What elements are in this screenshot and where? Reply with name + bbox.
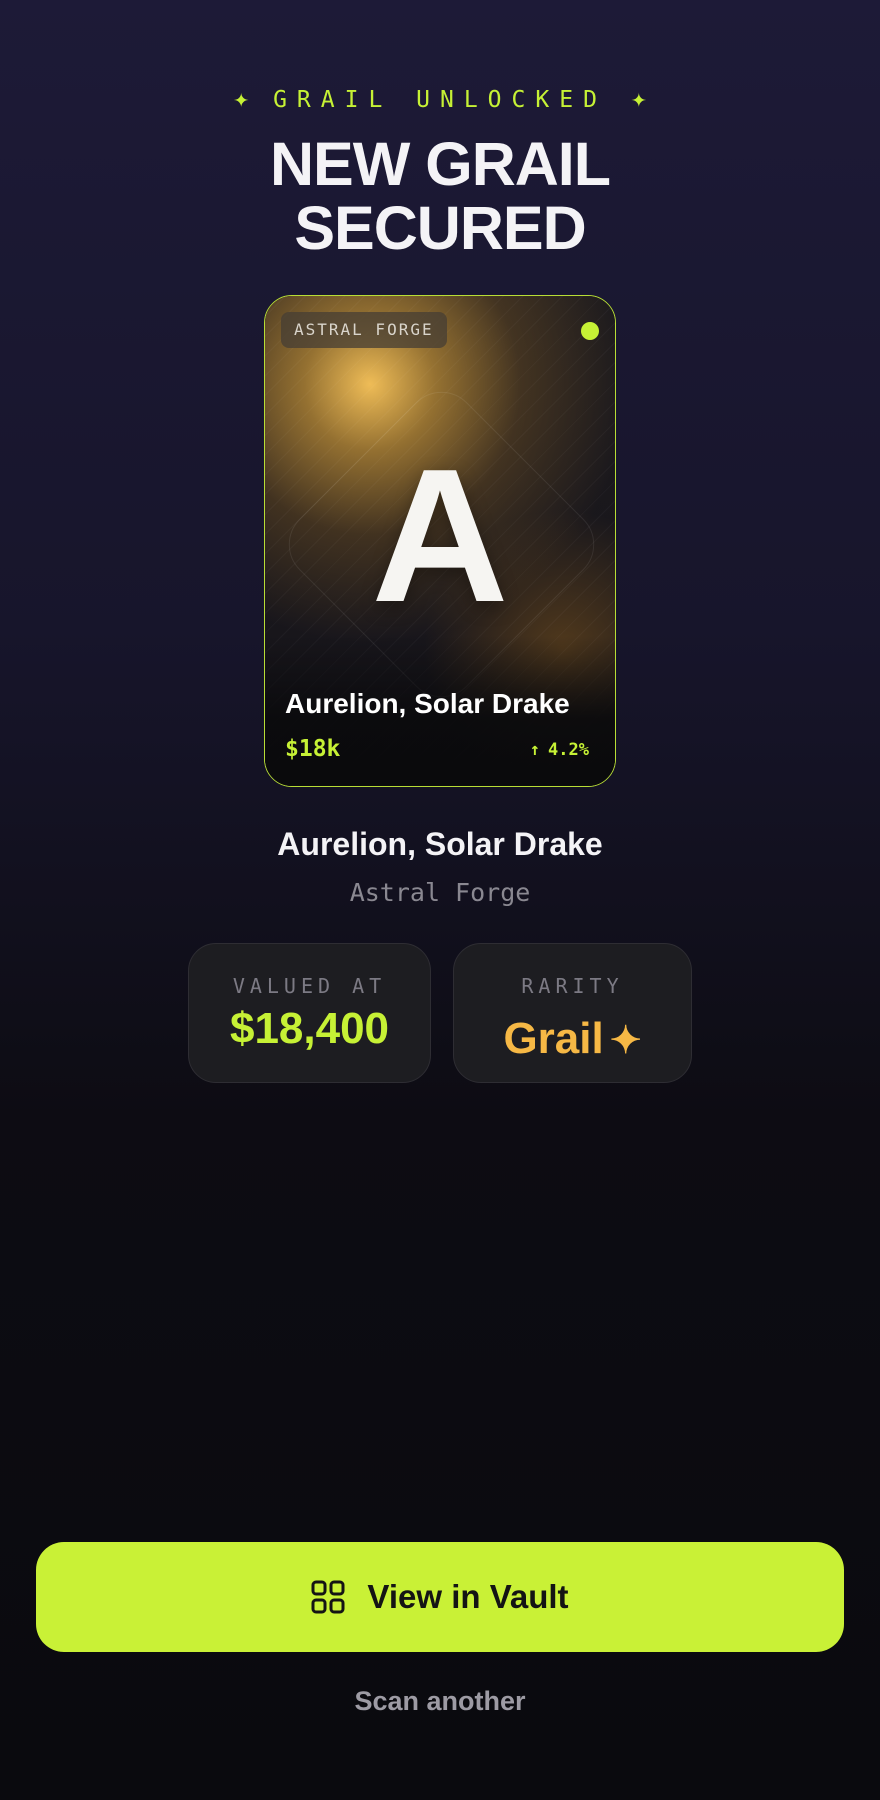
card-title: Aurelion, Solar Drake [285, 688, 570, 719]
sparkle-icon: ✦ [609, 1020, 642, 1062]
scan-another-button[interactable]: Scan another [0, 1686, 880, 1717]
eyebrow-text: GRAIL UNLOCKED [273, 87, 607, 113]
eyebrow: ✦ GRAIL UNLOCKED ✦ [0, 84, 880, 114]
rarity-stat: RARITY Grail ✦ [453, 943, 692, 1083]
view-in-vault-label: View in Vault [367, 1578, 569, 1615]
page-title-line-2: SECURED [294, 194, 586, 262]
card-set-tag: ASTRAL FORGE [281, 312, 447, 348]
arrow-up-icon: ↑ [529, 740, 541, 760]
rarity-value-row: Grail ✦ [454, 1014, 691, 1064]
sparkle-icon-left: ✦ [233, 84, 250, 114]
sparkle-icon-right: ✦ [630, 84, 647, 114]
page-title: NEW GRAIL SECURED [0, 132, 880, 260]
rarity-label: RARITY [521, 974, 624, 998]
card-price: $18k [285, 736, 341, 762]
valued-at-value: $18,400 [229, 1004, 390, 1053]
card-monogram: A [371, 430, 509, 642]
item-name: Aurelion, Solar Drake [277, 826, 603, 862]
status-dot-icon [581, 322, 599, 340]
item-set: Astral Forge [349, 878, 531, 907]
card-price-change: ↑ 4.2% [530, 740, 589, 760]
valued-at-label: VALUED AT [232, 974, 387, 998]
collectible-card[interactable]: ASTRAL FORGE A Aurelion, Solar Drake $18… [264, 295, 616, 787]
card-price-change-value: 4.2% [548, 740, 589, 760]
valued-at-stat: VALUED AT $18,400 [188, 943, 431, 1083]
grid-icon [311, 1580, 345, 1614]
view-in-vault-button[interactable]: View in Vault [36, 1542, 844, 1652]
page-title-line-1: NEW GRAIL [269, 130, 611, 198]
rarity-value: Grail [503, 1014, 604, 1063]
